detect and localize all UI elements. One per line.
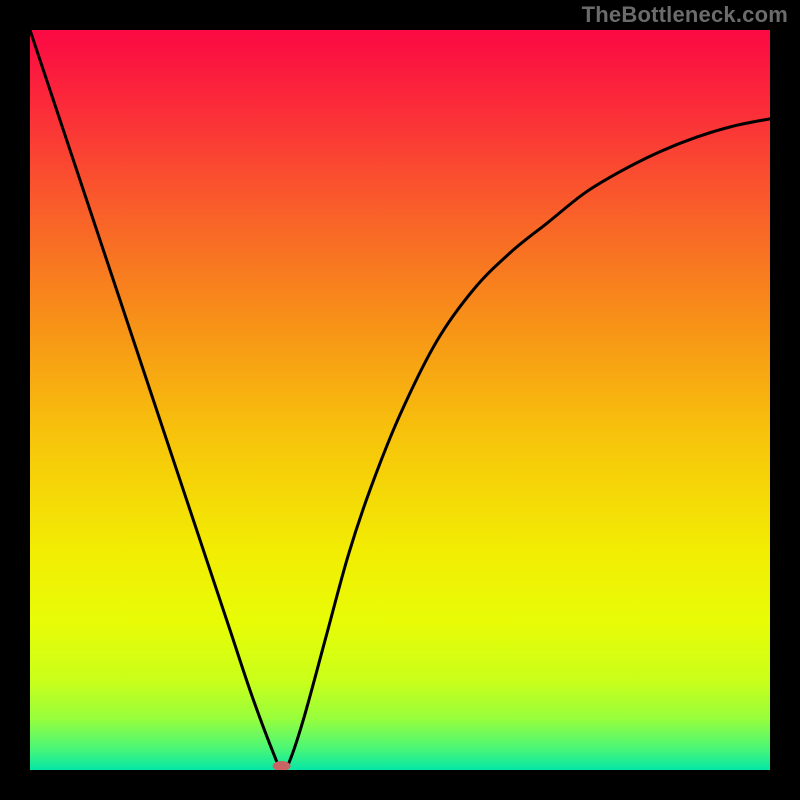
chart-frame: TheBottleneck.com (0, 0, 800, 800)
plot-area (30, 30, 770, 770)
bottleneck-chart (30, 30, 770, 770)
watermark-text: TheBottleneck.com (582, 2, 788, 28)
gradient-background (30, 30, 770, 770)
